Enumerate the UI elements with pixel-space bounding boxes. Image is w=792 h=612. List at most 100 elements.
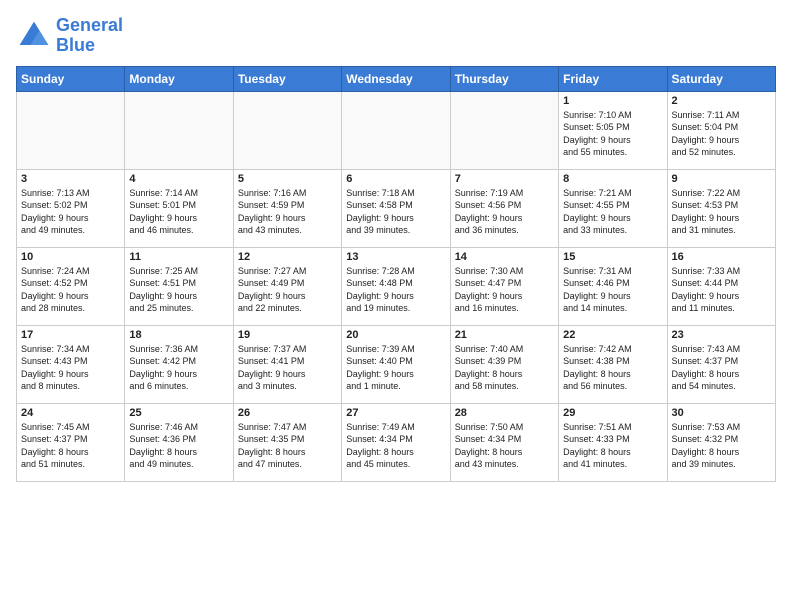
calendar-cell: 28 Sunrise: 7:50 AM Sunset: 4:34 PM Dayli…: [450, 403, 558, 481]
day-number: 28: [455, 407, 554, 419]
day-info: Sunrise: 7:40 AM Sunset: 4:39 PM Dayligh…: [455, 343, 554, 393]
day-info: Sunrise: 7:51 AM Sunset: 4:33 PM Dayligh…: [563, 421, 662, 471]
day-number: 11: [129, 251, 228, 263]
day-info: Sunrise: 7:16 AM Sunset: 4:59 PM Dayligh…: [238, 187, 337, 237]
calendar-cell: 21Sunrise: 7:40 AM Sunset: 4:39 PM Dayli…: [450, 325, 558, 403]
day-info: Sunrise: 7:10 AM Sunset: 5:05 PM Dayligh…: [563, 109, 662, 159]
day-info: Sunrise: 7:36 AM Sunset: 4:42 PM Dayligh…: [129, 343, 228, 393]
calendar-cell: 15Sunrise: 7:31 AM Sunset: 4:46 PM Dayli…: [559, 247, 667, 325]
day-info: Sunrise: 7:42 AM Sunset: 4:38 PM Dayligh…: [563, 343, 662, 393]
day-number: 26: [238, 407, 337, 419]
logo-text: General Blue: [56, 16, 123, 56]
calendar-header-saturday: Saturday: [667, 66, 775, 91]
calendar-cell: 9 Sunrise: 7:22 AM Sunset: 4:53 PM Daylig…: [667, 169, 775, 247]
calendar-cell: 8Sunrise: 7:21 AM Sunset: 4:55 PM Daylig…: [559, 169, 667, 247]
calendar-header-friday: Friday: [559, 66, 667, 91]
calendar-week-1: 1 Sunrise: 7:10 AM Sunset: 5:05 PM Daylig…: [17, 91, 776, 169]
logo-icon: [16, 18, 52, 54]
calendar-cell: 29Sunrise: 7:51 AM Sunset: 4:33 PM Dayli…: [559, 403, 667, 481]
day-info: Sunrise: 7:39 AM Sunset: 4:40 PM Dayligh…: [346, 343, 445, 393]
calendar-week-4: 17 Sunrise: 7:34 AM Sunset: 4:43 PM Dayli…: [17, 325, 776, 403]
day-info: Sunrise: 7:45 AM Sunset: 4:37 PM Dayligh…: [21, 421, 120, 471]
calendar-cell: 24 Sunrise: 7:45 AM Sunset: 4:37 PM Dayli…: [17, 403, 125, 481]
calendar-cell: 1 Sunrise: 7:10 AM Sunset: 5:05 PM Daylig…: [559, 91, 667, 169]
day-number: 7: [455, 173, 554, 185]
day-number: 14: [455, 251, 554, 263]
calendar-cell: 11 Sunrise: 7:25 AM Sunset: 4:51 PM Dayli…: [125, 247, 233, 325]
calendar-cell: 23 Sunrise: 7:43 AM Sunset: 4:37 PM Dayli…: [667, 325, 775, 403]
logo: General Blue: [16, 16, 123, 56]
day-info: Sunrise: 7:46 AM Sunset: 4:36 PM Dayligh…: [129, 421, 228, 471]
calendar-header-monday: Monday: [125, 66, 233, 91]
day-info: Sunrise: 7:50 AM Sunset: 4:34 PM Dayligh…: [455, 421, 554, 471]
calendar-cell: [233, 91, 341, 169]
day-info: Sunrise: 7:19 AM Sunset: 4:56 PM Dayligh…: [455, 187, 554, 237]
calendar-header-sunday: Sunday: [17, 66, 125, 91]
day-number: 12: [238, 251, 337, 263]
calendar-cell: 12 Sunrise: 7:27 AM Sunset: 4:49 PM Dayli…: [233, 247, 341, 325]
day-number: 23: [672, 329, 771, 341]
day-info: Sunrise: 7:34 AM Sunset: 4:43 PM Dayligh…: [21, 343, 120, 393]
calendar-cell: 5 Sunrise: 7:16 AM Sunset: 4:59 PM Daylig…: [233, 169, 341, 247]
calendar-cell: 18 Sunrise: 7:36 AM Sunset: 4:42 PM Dayli…: [125, 325, 233, 403]
day-info: Sunrise: 7:24 AM Sunset: 4:52 PM Dayligh…: [21, 265, 120, 315]
day-info: Sunrise: 7:13 AM Sunset: 5:02 PM Dayligh…: [21, 187, 120, 237]
day-info: Sunrise: 7:14 AM Sunset: 5:01 PM Dayligh…: [129, 187, 228, 237]
day-info: Sunrise: 7:33 AM Sunset: 4:44 PM Dayligh…: [672, 265, 771, 315]
day-number: 22: [563, 329, 662, 341]
day-info: Sunrise: 7:11 AM Sunset: 5:04 PM Dayligh…: [672, 109, 771, 159]
header: General Blue: [16, 16, 776, 56]
calendar-cell: 20Sunrise: 7:39 AM Sunset: 4:40 PM Dayli…: [342, 325, 450, 403]
calendar-cell: 27 Sunrise: 7:49 AM Sunset: 4:34 PM Dayli…: [342, 403, 450, 481]
calendar-cell: 25 Sunrise: 7:46 AM Sunset: 4:36 PM Dayli…: [125, 403, 233, 481]
calendar-cell: 13 Sunrise: 7:28 AM Sunset: 4:48 PM Dayli…: [342, 247, 450, 325]
day-number: 5: [238, 173, 337, 185]
day-info: Sunrise: 7:47 AM Sunset: 4:35 PM Dayligh…: [238, 421, 337, 471]
calendar-cell: 17 Sunrise: 7:34 AM Sunset: 4:43 PM Dayli…: [17, 325, 125, 403]
calendar-header-row: SundayMondayTuesdayWednesdayThursdayFrid…: [17, 66, 776, 91]
day-info: Sunrise: 7:18 AM Sunset: 4:58 PM Dayligh…: [346, 187, 445, 237]
calendar-cell: [125, 91, 233, 169]
calendar-week-3: 10 Sunrise: 7:24 AM Sunset: 4:52 PM Dayli…: [17, 247, 776, 325]
day-number: 19: [238, 329, 337, 341]
day-number: 9: [672, 173, 771, 185]
day-info: Sunrise: 7:49 AM Sunset: 4:34 PM Dayligh…: [346, 421, 445, 471]
day-number: 6: [346, 173, 445, 185]
calendar-cell: 4 Sunrise: 7:14 AM Sunset: 5:01 PM Daylig…: [125, 169, 233, 247]
day-number: 17: [21, 329, 120, 341]
day-info: Sunrise: 7:22 AM Sunset: 4:53 PM Dayligh…: [672, 187, 771, 237]
day-number: 13: [346, 251, 445, 263]
calendar-cell: [17, 91, 125, 169]
calendar-cell: 6 Sunrise: 7:18 AM Sunset: 4:58 PM Daylig…: [342, 169, 450, 247]
calendar-cell: 30 Sunrise: 7:53 AM Sunset: 4:32 PM Dayli…: [667, 403, 775, 481]
calendar-cell: 10 Sunrise: 7:24 AM Sunset: 4:52 PM Dayli…: [17, 247, 125, 325]
calendar-cell: [342, 91, 450, 169]
calendar-week-2: 3 Sunrise: 7:13 AM Sunset: 5:02 PM Daylig…: [17, 169, 776, 247]
day-number: 4: [129, 173, 228, 185]
calendar-header-tuesday: Tuesday: [233, 66, 341, 91]
day-number: 1: [563, 95, 662, 107]
day-info: Sunrise: 7:53 AM Sunset: 4:32 PM Dayligh…: [672, 421, 771, 471]
calendar-cell: [450, 91, 558, 169]
calendar-cell: 22 Sunrise: 7:42 AM Sunset: 4:38 PM Dayli…: [559, 325, 667, 403]
day-info: Sunrise: 7:43 AM Sunset: 4:37 PM Dayligh…: [672, 343, 771, 393]
day-number: 8: [563, 173, 662, 185]
day-info: Sunrise: 7:31 AM Sunset: 4:46 PM Dayligh…: [563, 265, 662, 315]
day-info: Sunrise: 7:28 AM Sunset: 4:48 PM Dayligh…: [346, 265, 445, 315]
day-info: Sunrise: 7:25 AM Sunset: 4:51 PM Dayligh…: [129, 265, 228, 315]
day-number: 10: [21, 251, 120, 263]
day-number: 27: [346, 407, 445, 419]
day-number: 30: [672, 407, 771, 419]
day-info: Sunrise: 7:27 AM Sunset: 4:49 PM Dayligh…: [238, 265, 337, 315]
day-info: Sunrise: 7:30 AM Sunset: 4:47 PM Dayligh…: [455, 265, 554, 315]
calendar-week-5: 24 Sunrise: 7:45 AM Sunset: 4:37 PM Dayli…: [17, 403, 776, 481]
day-number: 24: [21, 407, 120, 419]
day-number: 3: [21, 173, 120, 185]
calendar-cell: 2 Sunrise: 7:11 AM Sunset: 5:04 PM Daylig…: [667, 91, 775, 169]
calendar-cell: 16Sunrise: 7:33 AM Sunset: 4:44 PM Dayli…: [667, 247, 775, 325]
day-number: 18: [129, 329, 228, 341]
calendar: SundayMondayTuesdayWednesdayThursdayFrid…: [16, 66, 776, 482]
day-number: 2: [672, 95, 771, 107]
day-number: 25: [129, 407, 228, 419]
calendar-cell: 14 Sunrise: 7:30 AM Sunset: 4:47 PM Dayli…: [450, 247, 558, 325]
